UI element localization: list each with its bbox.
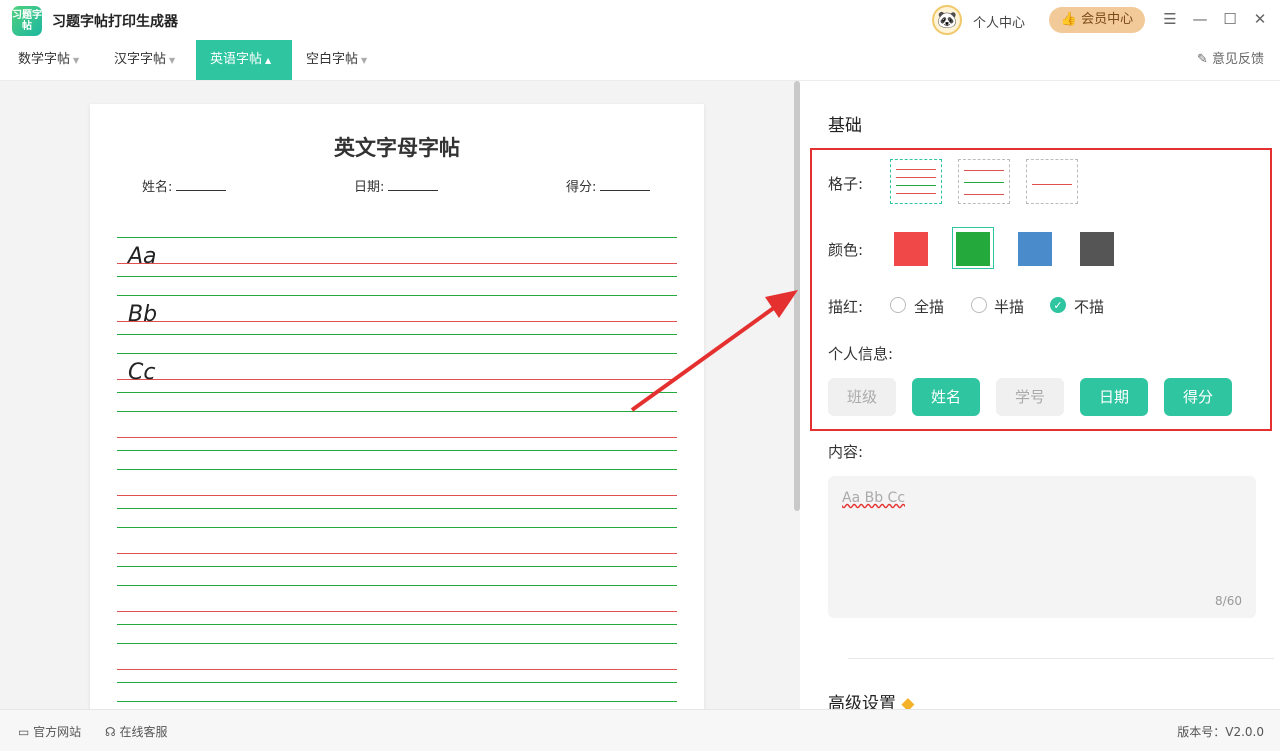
field-date-label: 日期: bbox=[354, 180, 385, 195]
field-name-label: 姓名: bbox=[142, 180, 173, 195]
chevron-down-icon: ▼ bbox=[169, 56, 176, 65]
guide-line bbox=[117, 379, 677, 380]
tab-blank[interactable]: 空白字帖 ▼ bbox=[292, 40, 379, 80]
tab-math-label: 数学字帖 bbox=[18, 52, 71, 67]
guide-line bbox=[117, 508, 677, 509]
feedback-link[interactable]: ✎ 意见反馈 bbox=[1197, 40, 1264, 80]
guide-line bbox=[117, 392, 677, 393]
guide-line bbox=[117, 682, 677, 683]
content-textarea[interactable]: Aa Bb Cc 8/60 bbox=[828, 476, 1256, 618]
guide-line bbox=[117, 553, 677, 554]
website-link[interactable]: ▭ 官方网站 bbox=[18, 723, 81, 740]
app-title: 习题字帖打印生成器 bbox=[52, 14, 178, 30]
guide-line bbox=[117, 334, 677, 335]
user-avatar-icon[interactable]: 🐼 bbox=[932, 5, 962, 35]
monitor-icon: ▭ bbox=[18, 725, 30, 739]
guide-line bbox=[117, 566, 677, 567]
status-bar: ▭ 官方网站 ☊ 在线客服 版本号：V2.0.0 bbox=[0, 709, 1280, 751]
letter-row-1: Aa bbox=[128, 244, 157, 269]
service-label: 在线客服 bbox=[119, 725, 168, 739]
minimize-icon[interactable]: — bbox=[1190, 9, 1210, 29]
service-link[interactable]: ☊ 在线客服 bbox=[105, 723, 168, 740]
chevron-down-icon: ▼ bbox=[73, 56, 80, 65]
field-score-label: 得分: bbox=[566, 180, 597, 195]
section-divider bbox=[848, 658, 1274, 659]
guide-line bbox=[117, 437, 677, 438]
edit-icon: ✎ bbox=[1196, 52, 1208, 67]
vip-center-label: 会员中心 bbox=[1081, 12, 1134, 27]
tab-english-label: 英语字帖 bbox=[210, 52, 263, 67]
preview-area: 英文字母字帖 姓名: 日期: 得分: Aa Bb Cc bbox=[0, 81, 800, 709]
chevron-up-icon: ▲ bbox=[265, 56, 272, 65]
tab-math[interactable]: 数学字帖 ▼ bbox=[0, 40, 91, 80]
guide-line bbox=[117, 643, 677, 644]
content-text: Aa Bb Cc bbox=[842, 490, 905, 506]
letter-row-3: Cc bbox=[128, 360, 156, 385]
guide-line bbox=[117, 469, 677, 470]
field-blank bbox=[600, 178, 651, 191]
app-logo: 习题字帖 bbox=[12, 6, 42, 36]
field-score: 得分: bbox=[566, 176, 651, 195]
worksheet-paper: 英文字母字帖 姓名: 日期: 得分: Aa Bb Cc bbox=[90, 104, 704, 709]
highlight-box bbox=[810, 148, 1272, 431]
guide-line bbox=[117, 611, 677, 612]
guide-line bbox=[117, 585, 677, 586]
guide-line bbox=[117, 701, 677, 702]
letter-row-2: Bb bbox=[128, 302, 158, 327]
guide-line bbox=[117, 321, 677, 322]
field-name: 姓名: bbox=[142, 176, 227, 195]
guide-line bbox=[117, 411, 677, 412]
guide-line bbox=[117, 669, 677, 670]
maximize-icon[interactable]: ☐ bbox=[1220, 9, 1240, 29]
guide-line bbox=[117, 263, 677, 264]
tab-english[interactable]: 英语字帖 ▲ bbox=[196, 40, 292, 80]
tab-blank-label: 空白字帖 bbox=[306, 52, 359, 67]
guide-line bbox=[117, 527, 677, 528]
guide-line bbox=[117, 295, 677, 296]
chevron-down-icon: ▼ bbox=[361, 56, 368, 65]
version-label: 版本号：V2.0.0 bbox=[1177, 725, 1264, 739]
tab-chinese-label: 汉字字帖 bbox=[114, 52, 167, 67]
guide-line bbox=[117, 495, 677, 496]
content-value: Aa Bb Cc bbox=[842, 490, 906, 506]
guide-line bbox=[117, 237, 677, 238]
website-label: 官方网站 bbox=[33, 725, 82, 739]
vip-center-button[interactable]: 👍 会员中心 bbox=[1049, 7, 1145, 33]
basic-section-title: 基础 bbox=[828, 116, 862, 136]
guide-line bbox=[117, 276, 677, 277]
menu-icon[interactable]: ☰ bbox=[1160, 9, 1180, 29]
field-date: 日期: bbox=[354, 176, 439, 195]
close-icon[interactable]: ✕ bbox=[1250, 9, 1270, 29]
guide-line bbox=[117, 353, 677, 354]
guide-line bbox=[117, 450, 677, 451]
field-blank bbox=[388, 178, 439, 191]
title-bar: 习题字帖 习题字帖打印生成器 🐼 个人中心 👍 会员中心 ☰ — ☐ ✕ bbox=[0, 0, 1280, 41]
guide-line bbox=[117, 624, 677, 625]
headset-icon: ☊ bbox=[105, 725, 116, 739]
content-label: 内容: bbox=[828, 443, 864, 461]
char-counter: 8/60 bbox=[1215, 594, 1242, 608]
tab-bar: 数学字帖 ▼ 汉字字帖 ▼ 英语字帖 ▲ 空白字帖 ▼ ✎ 意见反馈 bbox=[0, 40, 1280, 81]
field-blank bbox=[176, 178, 227, 191]
worksheet-title: 英文字母字帖 bbox=[334, 136, 460, 160]
feedback-label: 意见反馈 bbox=[1211, 52, 1264, 67]
tab-chinese[interactable]: 汉字字帖 ▼ bbox=[100, 40, 187, 80]
user-center-link[interactable]: 个人中心 bbox=[973, 12, 1025, 31]
